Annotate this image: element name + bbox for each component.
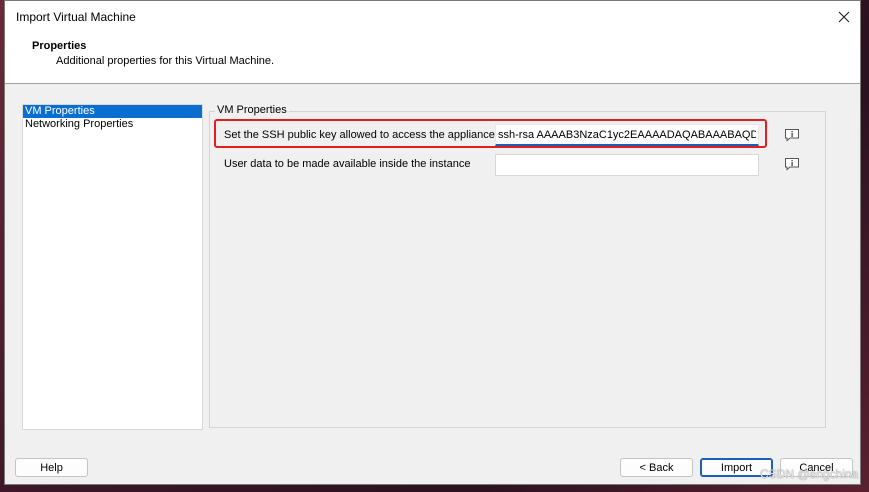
page-title: Properties bbox=[32, 40, 87, 52]
info-icon[interactable] bbox=[784, 128, 800, 142]
group-title: VM Properties bbox=[215, 104, 289, 116]
info-icon[interactable] bbox=[784, 157, 800, 171]
back-button[interactable]: < Back bbox=[620, 458, 693, 477]
title-bar: Import Virtual Machine bbox=[5, 1, 860, 32]
close-icon bbox=[838, 11, 850, 22]
ssh-key-label: Set the SSH public key allowed to access… bbox=[224, 129, 495, 141]
ssh-key-input[interactable] bbox=[495, 124, 759, 146]
window-title: Import Virtual Machine bbox=[16, 10, 136, 24]
help-button[interactable]: Help bbox=[15, 458, 88, 477]
close-button[interactable] bbox=[828, 1, 860, 32]
user-data-label: User data to be made available inside th… bbox=[224, 158, 471, 170]
sidebar-item-networking-properties[interactable]: Networking Properties bbox=[23, 118, 202, 131]
watermark: CSDN @engchina bbox=[760, 467, 859, 481]
user-data-input[interactable] bbox=[495, 154, 759, 176]
wizard-header: Properties Additional properties for thi… bbox=[5, 32, 860, 84]
sidebar-item-vm-properties[interactable]: VM Properties bbox=[23, 105, 202, 118]
page-subtitle: Additional properties for this Virtual M… bbox=[56, 55, 275, 67]
property-category-list: VM Properties Networking Properties bbox=[22, 104, 203, 430]
